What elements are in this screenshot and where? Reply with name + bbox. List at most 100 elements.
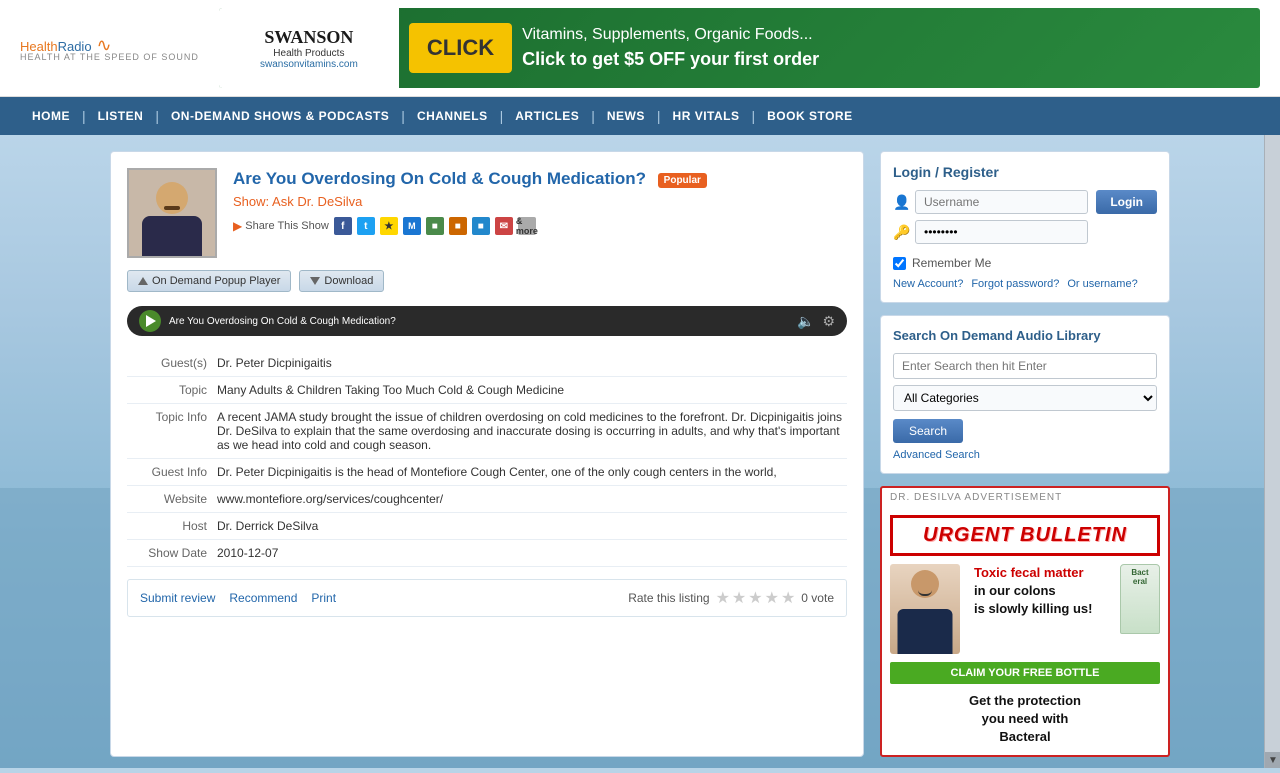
show-title-area: Are You Overdosing On Cold & Cough Medic… <box>233 168 847 258</box>
facebook-share-icon[interactable]: f <box>334 217 352 235</box>
claim-button[interactable]: CLAIM YOUR FREE BOTTLE <box>890 662 1160 684</box>
login-links: New Account? Forgot password? Or usernam… <box>893 278 1157 290</box>
banner-text: Vitamins, Supplements, Organic Foods... … <box>522 24 819 72</box>
banner-ad[interactable]: SWANSON Health Products swansonvitamins.… <box>219 8 1260 88</box>
delicious-share-icon[interactable]: ■ <box>472 217 490 235</box>
date-value: 2010-12-07 <box>217 540 847 567</box>
ad-bottom1: Get the protection <box>969 693 1081 708</box>
banner-click[interactable]: CLICK <box>409 23 512 73</box>
login-button[interactable]: Login <box>1096 190 1157 214</box>
advanced-search-link[interactable]: Advanced Search <box>893 449 1157 461</box>
logo-tagline: HEALTH AT THE SPEED OF SOUND <box>20 52 199 62</box>
play-button[interactable] <box>139 310 161 332</box>
new-account-link[interactable]: New Account? <box>893 278 963 290</box>
bookmarks-share-icon[interactable]: ■ <box>426 217 444 235</box>
username-field: 👤 <box>893 190 1088 214</box>
settings-icon[interactable]: ⚙ <box>822 313 835 330</box>
search-title: Search On Demand Audio Library <box>893 328 1157 343</box>
show-subtitle[interactable]: Show: Ask Dr. DeSilva <box>233 194 847 209</box>
star-3[interactable]: ★ <box>748 588 762 608</box>
login-fields: 👤 🔑 <box>893 190 1088 250</box>
topic-value: Many Adults & Children Taking Too Much C… <box>217 377 847 404</box>
nav-news[interactable]: NEWS <box>595 97 657 135</box>
nav-hrvitals[interactable]: HR VITALS <box>661 97 752 135</box>
ad-person-image <box>890 564 960 654</box>
topic-row: Topic Many Adults & Children Taking Too … <box>127 377 847 404</box>
recommend-link[interactable]: Recommend <box>229 591 297 605</box>
guests-row: Guest(s) Dr. Peter Dicpinigaitis <box>127 350 847 377</box>
username-input[interactable] <box>915 190 1088 214</box>
host-row: Host Dr. Derrick DeSilva <box>127 513 847 540</box>
category-select[interactable]: All Categories <box>893 385 1157 411</box>
submit-review-link[interactable]: Submit review <box>140 591 215 605</box>
date-label: Show Date <box>127 540 217 567</box>
star-5[interactable]: ★ <box>781 588 795 608</box>
nav-articles[interactable]: ARTICLES <box>503 97 591 135</box>
guest-photo <box>127 168 217 258</box>
rating-row: Submit review Recommend Print Rate this … <box>127 579 847 617</box>
password-field: 🔑 <box>893 220 1088 244</box>
date-row: Show Date 2010-12-07 <box>127 540 847 567</box>
star-2[interactable]: ★ <box>732 588 746 608</box>
content-area: Are You Overdosing On Cold & Cough Medic… <box>90 135 1190 773</box>
swanson-url: swansonvitamins.com <box>260 59 358 70</box>
ad-bottom: Get the protection you need with Bactera… <box>890 692 1160 747</box>
share-label: ▶ Share This Show <box>233 219 329 233</box>
search-input[interactable] <box>893 353 1157 379</box>
star-1[interactable]: ★ <box>716 588 730 608</box>
nav-bookstore[interactable]: BOOK STORE <box>755 97 864 135</box>
login-form-row: 👤 🔑 Login <box>893 190 1157 250</box>
nav-home[interactable]: HOME <box>20 97 82 135</box>
print-link[interactable]: Print <box>311 591 336 605</box>
volume-icon[interactable]: 🔈 <box>797 313 814 330</box>
swanson-sub: Health Products <box>273 48 344 59</box>
search-button[interactable]: Search <box>893 419 963 443</box>
ad-copy2: in our colons <box>974 583 1056 598</box>
email-share-icon[interactable]: ✉ <box>495 217 513 235</box>
nav-listen[interactable]: LISTEN <box>86 97 156 135</box>
topic-info-row: Topic Info A recent JAMA study brought t… <box>127 404 847 459</box>
rate-label: Rate this listing <box>628 591 709 605</box>
forgot-password-link[interactable]: Forgot password? <box>971 278 1059 290</box>
ad-bottom2: you need with <box>982 711 1069 726</box>
star-4[interactable]: ★ <box>765 588 779 608</box>
ad-bottom3: Bacteral <box>999 729 1050 744</box>
audio-title: Are You Overdosing On Cold & Cough Medic… <box>169 316 789 327</box>
header: HealthRadio ∿ HEALTH AT THE SPEED OF SOU… <box>0 0 1280 97</box>
login-box: Login / Register 👤 🔑 Login <box>880 151 1170 303</box>
remember-row: Remember Me <box>893 256 1157 270</box>
remember-checkbox[interactable] <box>893 257 906 270</box>
ad-box: DR. DESILVA ADVERTISEMENT URGENT BULLETI… <box>880 486 1170 757</box>
nav-channels[interactable]: CHANNELS <box>405 97 500 135</box>
nav-ondemand[interactable]: ON-DEMAND SHOWS & PODCASTS <box>159 97 401 135</box>
topic-info-value: A recent JAMA study brought the issue of… <box>217 404 847 459</box>
show-header: Are You Overdosing On Cold & Cough Medic… <box>127 168 847 258</box>
download-button[interactable]: Download <box>299 270 384 292</box>
urgent-bulletin: URGENT BULLETIN <box>890 515 1160 556</box>
ad-label: DR. DESILVA ADVERTISEMENT <box>882 488 1168 507</box>
twitter-share-icon[interactable]: t <box>357 217 375 235</box>
website-value[interactable]: www.montefiore.org/services/coughcenter/ <box>217 486 847 513</box>
play-icon <box>146 315 156 327</box>
rating-actions: Submit review Recommend Print <box>140 591 336 605</box>
ad-content[interactable]: URGENT BULLETIN Toxic fecal matter in ou… <box>882 507 1168 755</box>
favorites-share-icon[interactable]: ★ <box>380 217 398 235</box>
host-value: Dr. Derrick DeSilva <box>217 513 847 540</box>
password-input[interactable] <box>915 220 1088 244</box>
host-label: Host <box>127 513 217 540</box>
audio-player-row: Are You Overdosing On Cold & Cough Medic… <box>127 302 847 340</box>
urgent-text: URGENT BULLETIN <box>923 524 1127 546</box>
triangle-down-icon <box>310 277 320 285</box>
reddit-share-icon[interactable]: ■ <box>449 217 467 235</box>
audio-player[interactable]: Are You Overdosing On Cold & Cough Medic… <box>127 306 847 336</box>
or-username-link[interactable]: Or username? <box>1067 278 1137 290</box>
more-share-icon[interactable]: & more <box>518 217 536 235</box>
star-rating[interactable]: ★ ★ ★ ★ ★ <box>716 588 796 608</box>
ad-bottle: Bacteral <box>1120 564 1160 634</box>
banner-swanson: SWANSON Health Products swansonvitamins.… <box>219 8 399 88</box>
ondemand-button[interactable]: On Demand Popup Player <box>127 270 291 292</box>
player-row: On Demand Popup Player Download <box>127 270 847 292</box>
myspace-share-icon[interactable]: M <box>403 217 421 235</box>
guests-label: Guest(s) <box>127 350 217 377</box>
nav-bar: HOME | LISTEN | ON-DEMAND SHOWS & PODCAS… <box>0 97 1280 135</box>
